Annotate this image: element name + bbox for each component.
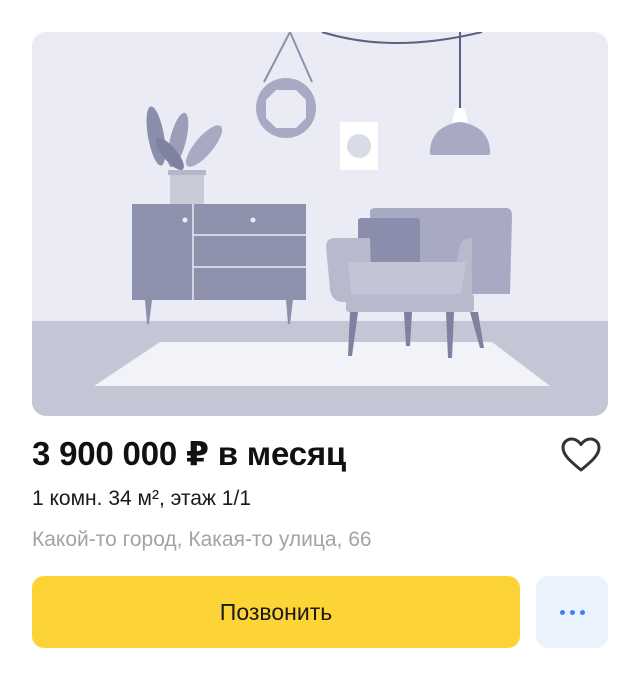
- listing-price: 3 900 000 ₽ в месяц: [32, 435, 346, 472]
- favorite-button[interactable]: [560, 436, 602, 474]
- listing-card[interactable]: 3 900 000 ₽ в месяц 1 комн. 34 м², этаж …: [0, 0, 640, 680]
- listing-address: Какой-то город, Какая-то улица, 66: [32, 528, 372, 551]
- listing-photo[interactable]: [32, 32, 608, 416]
- heart-outline-icon[interactable]: [560, 436, 602, 474]
- more-options-button[interactable]: [536, 576, 608, 648]
- listing-params: 1 комн. 34 м², этаж 1/1: [32, 487, 252, 510]
- call-button[interactable]: Позвонить: [32, 576, 520, 648]
- interior-illustration: [32, 32, 608, 416]
- price-row: 3 900 000 ₽ в месяц: [32, 432, 608, 476]
- more-dots-icon: [559, 609, 585, 615]
